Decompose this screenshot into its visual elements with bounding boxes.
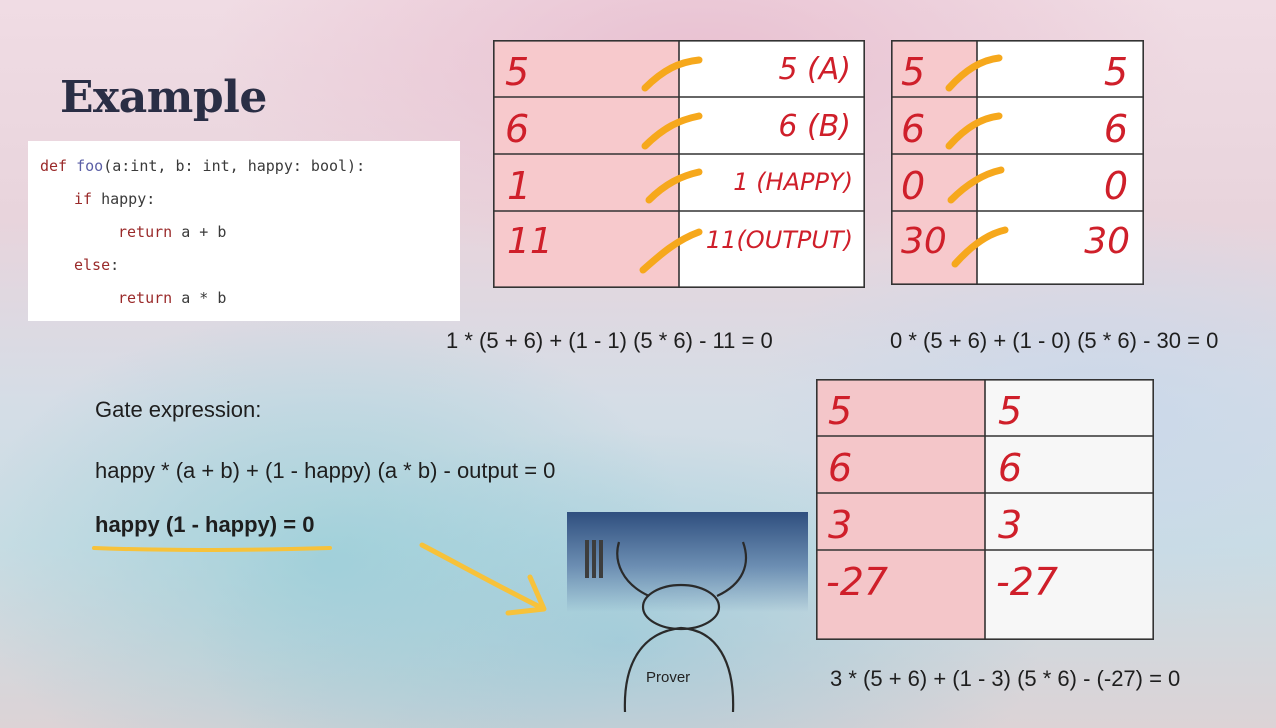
table-3-right-value: 3 — [998, 503, 1023, 547]
prover-illustration: Prover — [567, 512, 808, 728]
table-2-right-value: 30 — [1084, 221, 1130, 262]
code-line-1: def foo(a:int, b: int, happy: bool): — [40, 157, 365, 175]
code-return-product: a * b — [172, 289, 227, 307]
table-1-left-value: 5 — [505, 50, 530, 94]
table-3-left-value: -27 — [826, 560, 889, 604]
table-2-left-value: 0 — [901, 164, 926, 208]
code-keyword-else: else — [74, 256, 111, 274]
table-1-left-value: 6 — [505, 107, 530, 151]
witness-table-3: 5 6 3 -27 5 6 3 -27 — [816, 379, 1154, 640]
code-return-sum: a + b — [172, 223, 227, 241]
equation-1: 1 * (5 + 6) + (1 - 1) (5 * 6) - 11 = 0 — [446, 328, 773, 353]
table-2-right-value: 5 — [1103, 50, 1128, 94]
code-block: def foo(a:int, b: int, happy: bool): if … — [28, 141, 460, 321]
code-keyword-def: def — [40, 157, 68, 175]
table-2-left-value: 6 — [901, 107, 926, 151]
code-function-name: foo — [76, 157, 104, 175]
table-1-right-value: 1 (HAPPY) — [733, 168, 853, 196]
code-condition: happy: — [92, 190, 156, 208]
table-1-right-value: 6 (B) — [778, 109, 851, 144]
arrow-icon — [419, 542, 547, 616]
equation-3: 3 * (5 + 6) + (1 - 3) (5 * 6) - (-27) = … — [830, 666, 1181, 691]
code-keyword-if: if — [74, 190, 93, 208]
table-3-left-value: 5 — [828, 389, 853, 433]
gate-expression: happy * (a + b) + (1 - happy) (a * b) - … — [95, 458, 556, 483]
highlight-underline — [92, 546, 332, 552]
table-3-right-value: -27 — [996, 560, 1059, 604]
table-1-left-value: 11 — [507, 221, 553, 262]
table-2-right-value: 0 — [1103, 164, 1128, 208]
code-line-5: return a * b — [118, 289, 226, 307]
table-2-left-value: 5 — [901, 50, 926, 94]
table-2-right-value: 6 — [1103, 107, 1128, 151]
table-2-left-value: 30 — [901, 221, 947, 262]
code-line-4: else: — [74, 256, 119, 274]
table-1-right-value: 5 (A) — [778, 52, 851, 87]
prover-label: Prover — [646, 669, 691, 686]
code-keyword-return: return — [118, 223, 173, 241]
boolean-constraint: happy (1 - happy) = 0 — [95, 512, 315, 537]
witness-table-1: 5 6 1 11 5 (A) 6 (B) 1 (HAPPY) 11(OUTPUT… — [493, 40, 865, 288]
code-colon: : — [110, 256, 120, 274]
witness-table-2: 5 6 0 30 5 6 0 30 — [891, 40, 1144, 285]
code-line-3: return a + b — [118, 223, 226, 241]
table-1-right-value: 11(OUTPUT) — [705, 226, 853, 254]
code-signature: (a:int, b: int, happy: bool): — [103, 157, 366, 175]
prover-icon — [585, 540, 748, 713]
table-3-left-value: 6 — [828, 446, 853, 490]
table-3-right-value: 5 — [998, 389, 1023, 433]
code-keyword-return: return — [118, 289, 173, 307]
table-1-left-value: 1 — [507, 164, 532, 208]
table-3-right-value: 6 — [998, 446, 1023, 490]
equation-2: 0 * (5 + 6) + (1 - 0) (5 * 6) - 30 = 0 — [890, 328, 1219, 353]
table-3-left-value: 3 — [828, 503, 853, 547]
slide-title: Example — [60, 72, 267, 123]
gate-heading: Gate expression: — [95, 397, 262, 422]
code-line-2: if happy: — [74, 190, 155, 208]
